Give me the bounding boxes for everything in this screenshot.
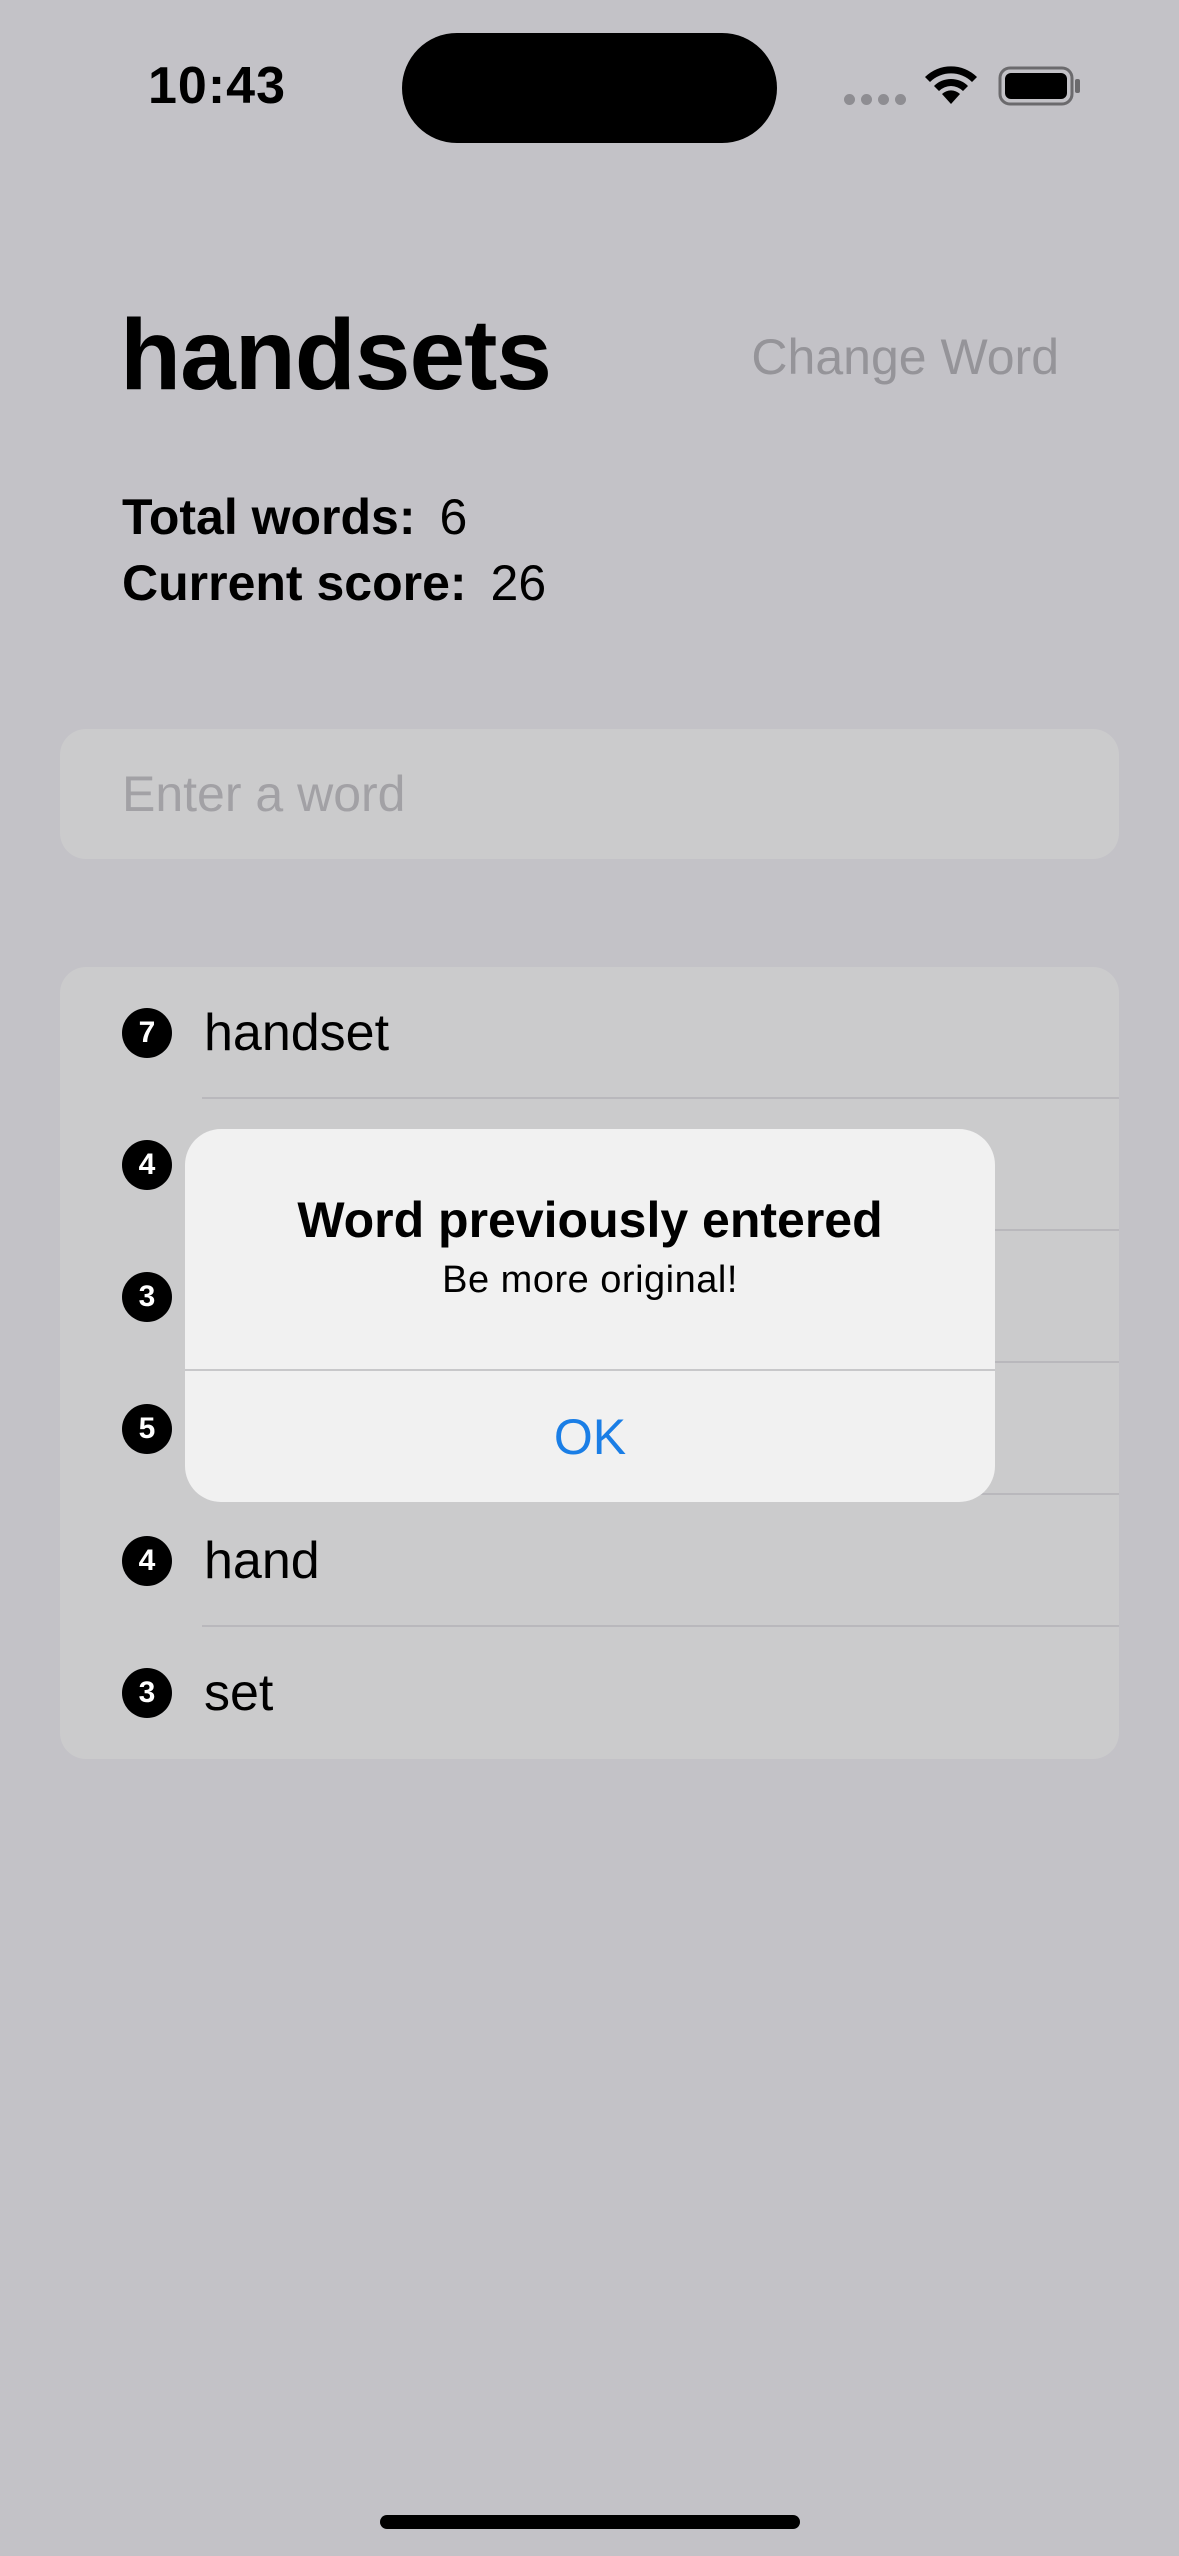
- status-time: 10:43: [148, 57, 286, 115]
- word-text: set: [204, 1664, 274, 1722]
- alert-message: Be more original!: [442, 1259, 738, 1301]
- list-item: 7 handset: [60, 967, 1119, 1099]
- change-word-button[interactable]: Change Word: [751, 328, 1059, 386]
- total-words-value: 6: [439, 489, 468, 545]
- total-words-label: Total words:: [122, 489, 416, 545]
- list-item: 3 set: [60, 1627, 1119, 1759]
- dynamic-island: [402, 33, 777, 143]
- list-item: 4 hand: [60, 1495, 1119, 1627]
- letter-count-badge: 3: [122, 1668, 172, 1718]
- word-text: handset: [204, 1004, 390, 1062]
- current-score-value: 26: [490, 555, 547, 611]
- letter-count-badge: 5: [122, 1404, 172, 1454]
- screen: 10:43 handsets Change Word Total words: 6…: [0, 0, 1179, 2556]
- letter-count-badge: 4: [122, 1536, 172, 1586]
- alert-title: Word previously entered: [297, 1192, 883, 1248]
- wifi-icon: [925, 66, 977, 104]
- current-score-row: Current score: 26: [122, 550, 546, 616]
- letter-count-badge: 7: [122, 1008, 172, 1058]
- letter-count-badge: 4: [122, 1140, 172, 1190]
- letter-count-badge: 3: [122, 1272, 172, 1322]
- word-input[interactable]: [60, 729, 1119, 859]
- cellular-signal-icon: [844, 94, 906, 105]
- root-word-title: handsets: [120, 299, 552, 411]
- stats: Total words: 6 Current score: 26: [122, 484, 546, 616]
- word-text: hand: [204, 1532, 320, 1590]
- current-score-label: Current score:: [122, 555, 467, 611]
- battery-icon: [998, 66, 1080, 106]
- home-indicator[interactable]: [380, 2515, 800, 2529]
- alert-dialog: Word previously entered Be more original…: [185, 1129, 995, 1502]
- total-words-row: Total words: 6: [122, 484, 546, 550]
- alert-ok-button[interactable]: OK: [185, 1371, 995, 1502]
